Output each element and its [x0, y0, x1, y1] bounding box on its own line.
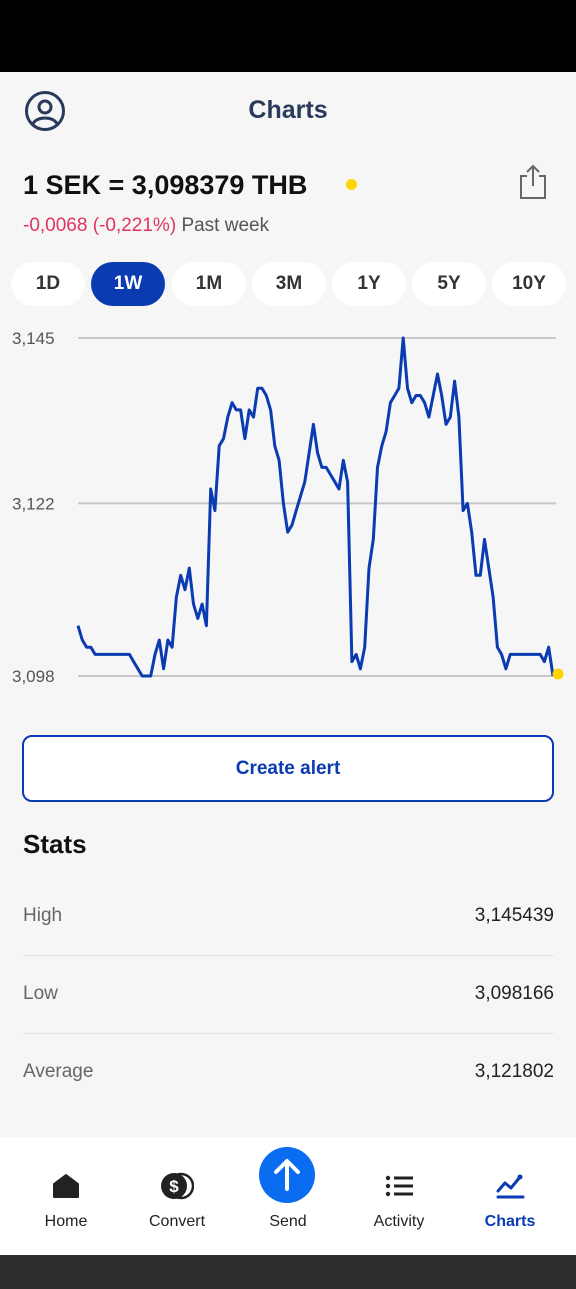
stat-row-low: Low 3,098166 [23, 955, 554, 1033]
period-5y[interactable]: 5Y [412, 262, 486, 306]
change-value: -0,0068 (-0,221%) [23, 215, 177, 236]
stat-value: 3,145439 [474, 905, 554, 926]
bottom-nav: Home $ Convert Send Activity Charts [0, 1137, 576, 1255]
period-1m[interactable]: 1M [172, 262, 246, 306]
stat-row-average: Average 3,121802 [23, 1033, 554, 1111]
period-selector: 1D 1W 1M 3M 1Y 5Y 10Y [0, 262, 576, 306]
stat-value: 3,098166 [474, 983, 554, 1004]
create-alert-button[interactable]: Create alert [22, 735, 554, 802]
period-10y[interactable]: 10Y [492, 262, 566, 306]
list-icon [385, 1175, 413, 1197]
page-title: Charts [248, 96, 328, 124]
stat-label: Average [23, 1061, 94, 1082]
exchange-rate: 1 SEK = 3,098379 THB [23, 170, 308, 200]
status-bar [0, 0, 576, 72]
chart-line-icon [496, 1174, 525, 1199]
series-line [76, 336, 555, 678]
nav-label: Send [269, 1213, 307, 1230]
period-1w[interactable]: 1W [91, 262, 165, 306]
rate-change: -0,0068 (-0,221%) Past week [23, 215, 269, 237]
current-value-dot [552, 668, 564, 680]
rate-chart[interactable]: 3,145 3,122 3,098 [0, 325, 576, 690]
stat-row-high: High 3,145439 [23, 877, 554, 955]
stat-value: 3,121802 [474, 1061, 554, 1082]
live-indicator-dot [346, 179, 357, 190]
send-button-circle [259, 1147, 315, 1203]
nav-charts[interactable]: Charts [455, 1137, 565, 1255]
y-tick-label: 3,098 [12, 667, 55, 686]
dollar-coins-icon: $ [161, 1172, 194, 1200]
stat-label: Low [23, 983, 58, 1004]
change-period: Past week [181, 215, 270, 236]
nav-home[interactable]: Home [11, 1137, 121, 1255]
arrow-up-icon [274, 1159, 300, 1191]
nav-convert[interactable]: $ Convert [122, 1137, 232, 1255]
stat-label: High [23, 905, 63, 926]
nav-label: Convert [148, 1213, 206, 1230]
header: Charts [0, 72, 576, 148]
y-tick-label: 3,122 [12, 494, 55, 513]
nav-label: Charts [484, 1213, 536, 1230]
share-icon[interactable] [516, 163, 550, 201]
nav-activity[interactable]: Activity [344, 1137, 454, 1255]
period-1y[interactable]: 1Y [332, 262, 406, 306]
period-3m[interactable]: 3M [252, 262, 326, 306]
nav-send[interactable]: Send [233, 1137, 343, 1255]
svg-text:$: $ [169, 1177, 179, 1196]
nav-label: Activity [373, 1213, 425, 1230]
home-icon [53, 1174, 79, 1198]
y-tick-label: 3,145 [12, 329, 55, 348]
stats-title: Stats [23, 829, 87, 859]
period-1d[interactable]: 1D [11, 262, 85, 306]
system-nav-bar [0, 1255, 576, 1289]
nav-label: Home [44, 1213, 88, 1230]
